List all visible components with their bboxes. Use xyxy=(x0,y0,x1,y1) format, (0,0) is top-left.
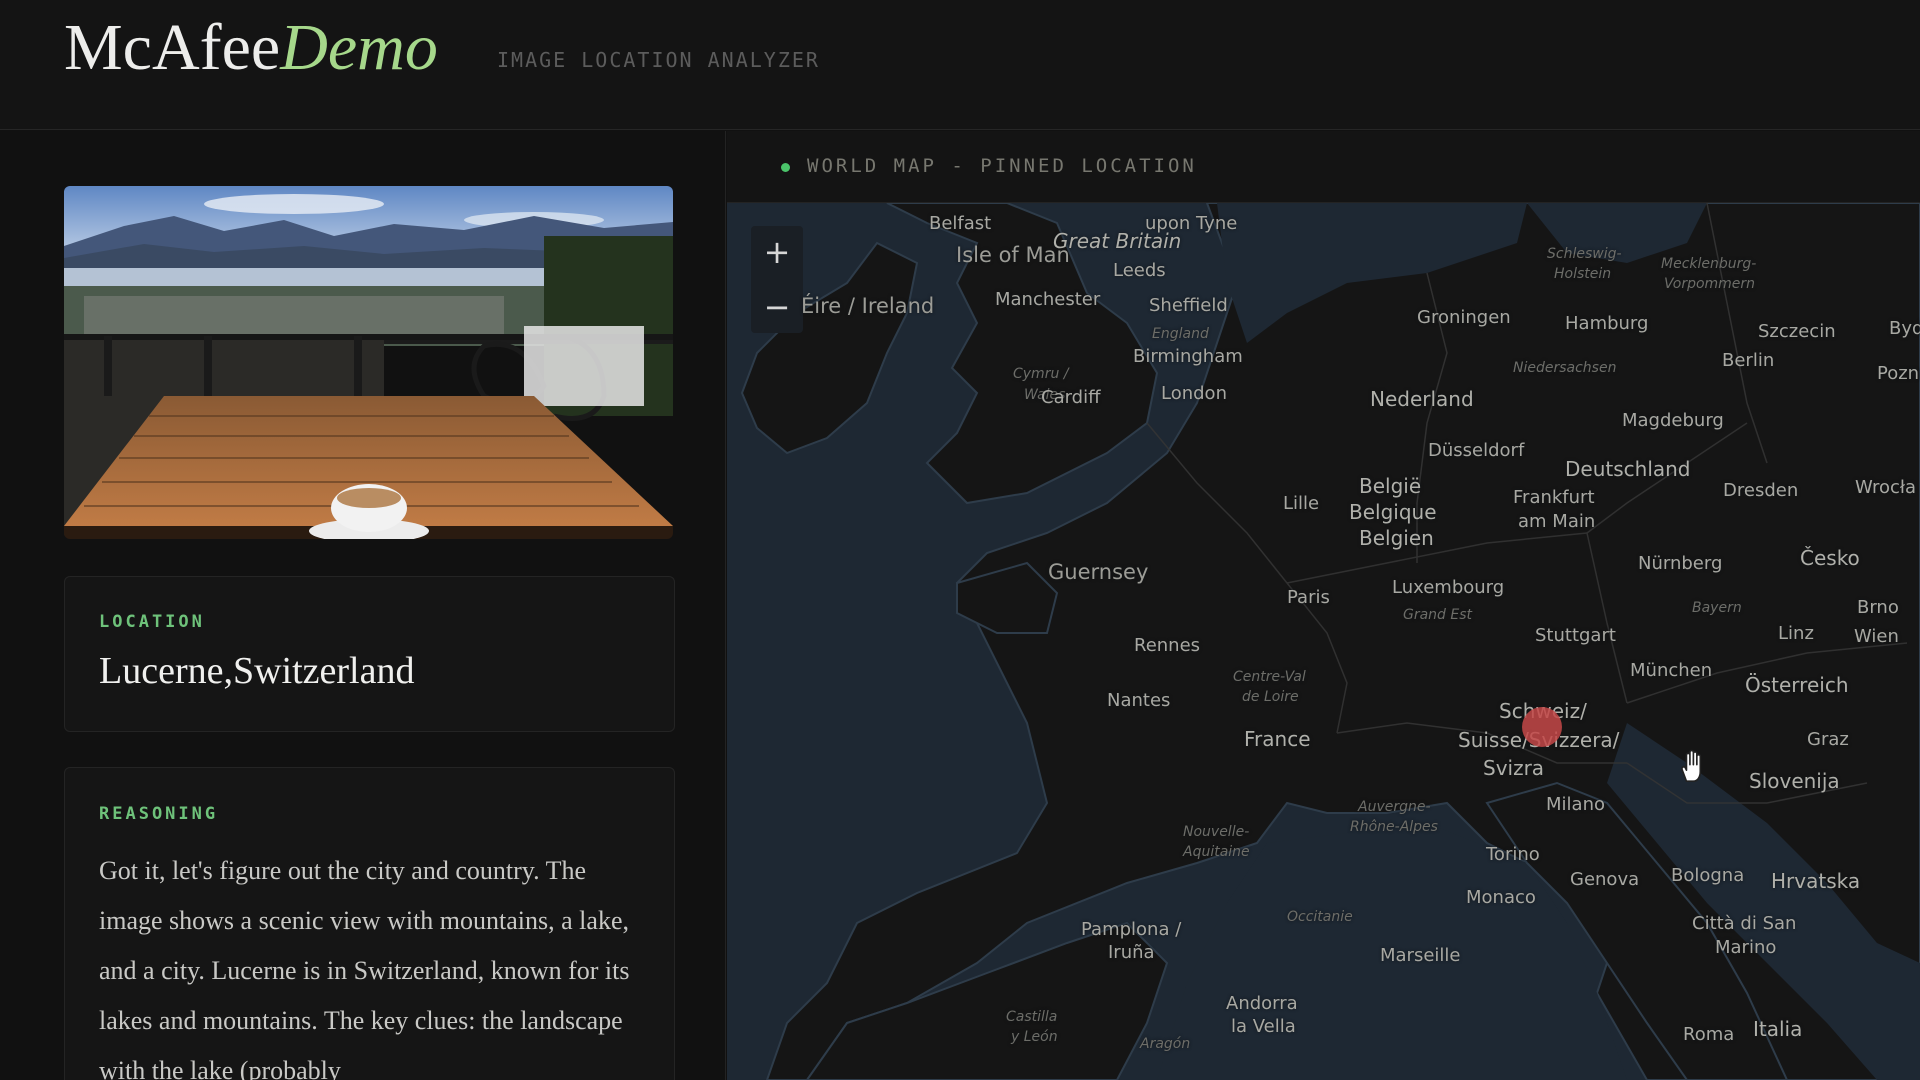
location-label: LOCATION xyxy=(99,612,205,632)
map-label: upon Tyne xyxy=(1145,213,1238,234)
map-label: Italia xyxy=(1753,1017,1803,1041)
status-dot-icon xyxy=(781,163,790,172)
map-label: Belgien xyxy=(1359,526,1434,550)
world-map[interactable]: + − Belfast Isle of Man Great Britain up… xyxy=(727,203,1920,1080)
map-labels: Belfast Isle of Man Great Britain upon T… xyxy=(727,203,1920,1080)
map-label: Cardiff xyxy=(1041,387,1101,408)
map-label: Nouvelle- xyxy=(1183,824,1250,840)
map-label: Mecklenburg- xyxy=(1661,256,1757,272)
map-label: Centre-Val xyxy=(1233,669,1306,685)
map-label: Bologna xyxy=(1671,865,1745,886)
map-label: Wien xyxy=(1854,626,1899,647)
app-header: McAfeeDemo IMAGE LOCATION ANALYZER xyxy=(0,0,1920,130)
map-label: Düsseldorf xyxy=(1428,440,1525,461)
map-label: Bayern xyxy=(1692,600,1742,616)
map-label: Milano xyxy=(1546,794,1605,815)
map-label: Berlin xyxy=(1722,350,1775,371)
map-label: Roma xyxy=(1683,1024,1735,1045)
map-label: Magdeburg xyxy=(1622,410,1724,431)
map-label: Rennes xyxy=(1134,635,1201,656)
map-label: Marino xyxy=(1715,937,1777,958)
map-label: Auvergne- xyxy=(1358,799,1431,815)
map-label: Stuttgart xyxy=(1535,625,1616,646)
map-label: Slovenija xyxy=(1749,769,1840,793)
reasoning-text: Got it, let's figure out the city and co… xyxy=(99,856,630,1080)
map-label: Dresden xyxy=(1723,480,1799,501)
location-pin-icon[interactable] xyxy=(1522,707,1562,747)
map-label: Hrvatska xyxy=(1771,869,1861,893)
map-label: Città di San xyxy=(1692,913,1797,934)
map-label: Frankfurt xyxy=(1513,487,1595,508)
map-label: Monaco xyxy=(1466,887,1536,908)
map-label: Torino xyxy=(1486,844,1540,865)
hand-cursor-icon xyxy=(1681,749,1702,783)
map-label: Česko xyxy=(1800,546,1860,570)
brand-accent: Demo xyxy=(280,11,438,84)
map-header: WORLD MAP - PINNED LOCATION xyxy=(727,131,1920,203)
map-label: Niedersachsen xyxy=(1513,360,1617,376)
map-label: Nantes xyxy=(1107,690,1171,711)
map-label: France xyxy=(1244,727,1311,751)
map-label: Marseille xyxy=(1380,945,1461,966)
map-title: WORLD MAP - PINNED LOCATION xyxy=(807,155,1197,177)
map-label: Szczecin xyxy=(1758,321,1836,342)
map-label: am Main xyxy=(1518,511,1596,532)
map-label: België xyxy=(1359,474,1422,498)
map-label: Nürnberg xyxy=(1638,553,1723,574)
map-label: Hamburg xyxy=(1565,313,1649,334)
map-label: Occitanie xyxy=(1287,909,1353,925)
uploaded-photo xyxy=(64,186,673,539)
map-label: Cymru / xyxy=(1013,366,1069,382)
map-label: y León xyxy=(1011,1029,1058,1045)
map-label: la Vella xyxy=(1231,1016,1296,1037)
reasoning-label: REASONING xyxy=(99,804,219,824)
map-label: Sheffield xyxy=(1149,295,1228,316)
map-label: Deutschland xyxy=(1565,457,1691,481)
map-label: Éire / Ireland xyxy=(801,294,935,318)
map-label: Belgique xyxy=(1349,500,1437,524)
map-label: de Loire xyxy=(1242,689,1299,705)
map-label: München xyxy=(1630,660,1713,681)
map-label: Vorpommern xyxy=(1664,276,1756,292)
analysis-panel: LOCATION Lucerne,Switzerland REASONING G… xyxy=(0,131,726,1080)
brand-main: McAfee xyxy=(64,11,281,84)
map-label: Paris xyxy=(1287,587,1330,608)
map-label: Belfast xyxy=(929,213,992,234)
map-label: Aragón xyxy=(1140,1036,1191,1052)
map-label: Svizra xyxy=(1483,756,1545,780)
map-label: Manchester xyxy=(995,289,1101,310)
brand-logo: McAfeeDemo xyxy=(64,8,438,87)
map-label: Byd xyxy=(1889,318,1920,339)
map-label: Wrocła xyxy=(1855,477,1917,498)
map-label: Grand Est xyxy=(1403,607,1473,623)
map-label: Luxembourg xyxy=(1392,577,1505,598)
map-label: Pozna xyxy=(1877,363,1920,384)
map-label: Aquitaine xyxy=(1183,844,1250,860)
map-label: Schleswig- xyxy=(1547,246,1622,262)
map-label: Österreich xyxy=(1745,673,1849,697)
map-label: Graz xyxy=(1807,729,1849,750)
map-label: Linz xyxy=(1778,623,1814,644)
app-subtitle: IMAGE LOCATION ANALYZER xyxy=(497,48,820,72)
map-label: Iruña xyxy=(1108,942,1155,963)
map-label: Pamplona / xyxy=(1081,919,1182,940)
map-label: Groningen xyxy=(1417,307,1511,328)
map-label: Andorra xyxy=(1226,993,1298,1014)
map-label: Holstein xyxy=(1554,266,1612,282)
location-value: Lucerne,Switzerland xyxy=(99,650,415,692)
map-label: Rhône-Alpes xyxy=(1350,819,1438,835)
map-label: Genova xyxy=(1570,869,1640,890)
reasoning-card[interactable]: REASONING Got it, let's figure out the c… xyxy=(64,767,675,1080)
map-label: Brno xyxy=(1857,597,1899,618)
map-label: London xyxy=(1161,383,1227,404)
location-card: LOCATION Lucerne,Switzerland xyxy=(64,576,675,732)
map-label: Lille xyxy=(1283,493,1320,514)
photo-image xyxy=(64,186,673,539)
map-label: Guernsey xyxy=(1048,560,1149,584)
map-label: Birmingham xyxy=(1133,346,1243,367)
map-label: Castilla xyxy=(1006,1009,1058,1025)
map-label: England xyxy=(1152,326,1209,342)
map-label: Nederland xyxy=(1370,387,1474,411)
map-label: Leeds xyxy=(1113,260,1166,281)
